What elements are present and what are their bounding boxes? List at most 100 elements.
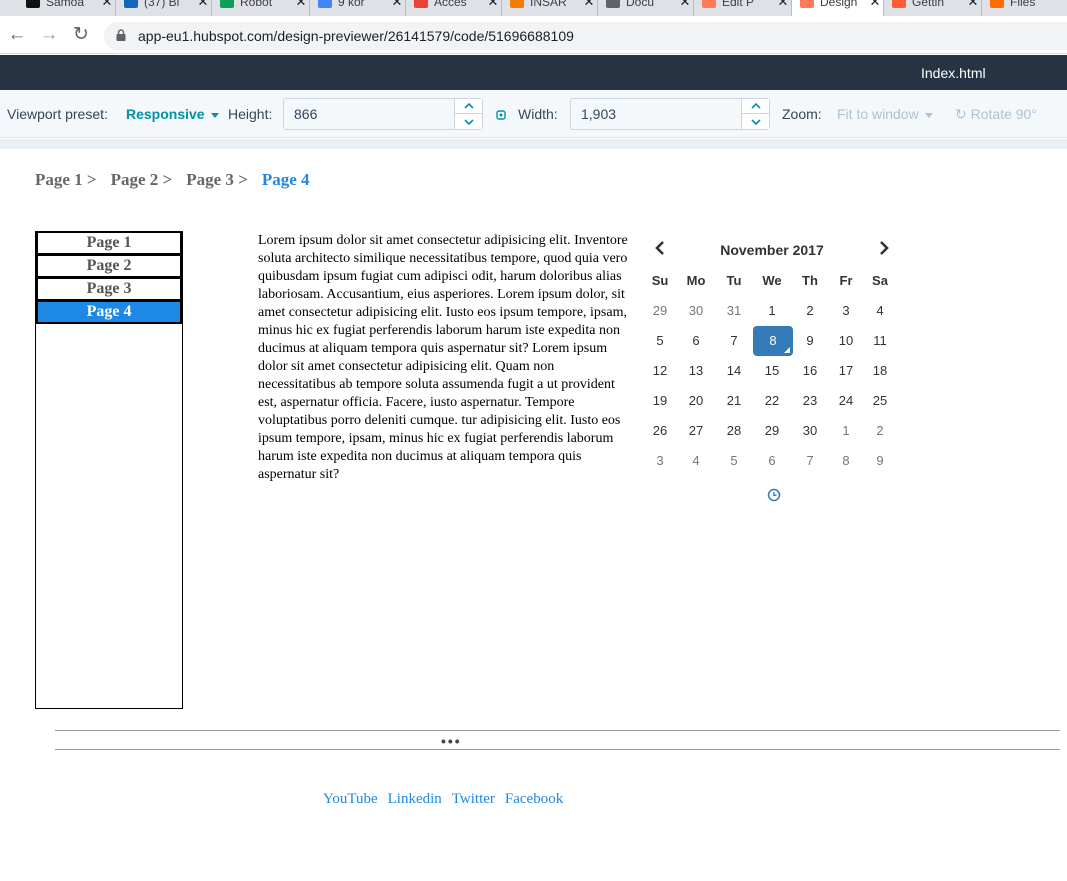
- link-dimensions-icon[interactable]: [495, 109, 507, 121]
- facebook-link[interactable]: Facebook: [505, 791, 563, 807]
- calendar-day[interactable]: 24: [829, 386, 863, 416]
- back-arrow-icon[interactable]: ←: [6, 23, 28, 47]
- browser-tab[interactable]: Samoa ✕: [18, 0, 116, 16]
- twitter-link[interactable]: Twitter: [452, 791, 495, 807]
- sidebar-item-page-1[interactable]: Page 1: [36, 231, 182, 255]
- calendar-day[interactable]: 7: [791, 446, 829, 476]
- calendar-day[interactable]: 8: [829, 446, 863, 476]
- browser-tab[interactable]: Docu ✕: [598, 0, 694, 16]
- breadcrumb-item[interactable]: Page 2 >: [111, 170, 173, 189]
- breadcrumb-item[interactable]: Page 3 >: [186, 170, 248, 189]
- close-icon[interactable]: ✕: [293, 0, 309, 10]
- calendar-day[interactable]: 7: [715, 326, 753, 356]
- height-input[interactable]: 866: [283, 98, 483, 130]
- browser-tab[interactable]: Gettin ✕: [884, 0, 982, 16]
- browser-tab[interactable]: Edit P ✕: [694, 0, 792, 16]
- close-icon[interactable]: ✕: [485, 0, 501, 10]
- calendar-day[interactable]: 18: [863, 356, 897, 386]
- width-stepper[interactable]: [741, 99, 769, 129]
- calendar-day[interactable]: 30: [677, 296, 715, 326]
- calendar-day[interactable]: 2: [791, 296, 829, 326]
- browser-tab[interactable]: INSAR ✕: [502, 0, 598, 16]
- browser-tab[interactable]: Acces ✕: [406, 0, 502, 16]
- calendar-day[interactable]: 4: [677, 446, 715, 476]
- zoom-value: Fit to window: [837, 106, 919, 122]
- calendar-day[interactable]: 1: [829, 416, 863, 446]
- chevron-right-icon[interactable]: [873, 238, 893, 258]
- browser-tab[interactable]: (37) Bi ✕: [116, 0, 212, 16]
- close-icon[interactable]: ✕: [677, 0, 693, 10]
- calendar-day[interactable]: 9: [791, 326, 829, 356]
- calendar-day[interactable]: 31: [715, 296, 753, 326]
- linkedin-link[interactable]: Linkedin: [388, 791, 442, 807]
- calendar-day[interactable]: 4: [863, 296, 897, 326]
- close-icon[interactable]: ✕: [581, 0, 597, 10]
- decrement-icon[interactable]: [742, 114, 769, 129]
- calendar-day[interactable]: 21: [715, 386, 753, 416]
- calendar-day[interactable]: 5: [643, 326, 677, 356]
- close-icon[interactable]: ✕: [99, 0, 115, 10]
- calendar-day[interactable]: 19: [643, 386, 677, 416]
- calendar-day[interactable]: 12: [643, 356, 677, 386]
- close-icon[interactable]: ✕: [965, 0, 981, 10]
- calendar-day[interactable]: 20: [677, 386, 715, 416]
- calendar-day[interactable]: 23: [791, 386, 829, 416]
- calendar-day[interactable]: 28: [715, 416, 753, 446]
- clock-icon[interactable]: [767, 488, 781, 502]
- calendar-day[interactable]: 14: [715, 356, 753, 386]
- breadcrumb-current[interactable]: Page 4: [262, 170, 310, 189]
- calendar-header: November 2017: [643, 232, 901, 266]
- sidebar-item-page-3[interactable]: Page 3: [36, 277, 182, 301]
- browser-tab[interactable]: Files✕: [982, 0, 1067, 16]
- url-bar[interactable]: app-eu1.hubspot.com/design-previewer/261…: [104, 22, 1067, 50]
- calendar-day[interactable]: 25: [863, 386, 897, 416]
- zoom-dropdown[interactable]: Fit to window: [837, 106, 933, 122]
- calendar-day[interactable]: 5: [715, 446, 753, 476]
- close-icon[interactable]: ✕: [775, 0, 791, 10]
- weekday-header: Su: [651, 273, 669, 288]
- calendar-day[interactable]: 15: [753, 356, 791, 386]
- browser-tab[interactable]: 9 kor ✕: [310, 0, 406, 16]
- viewport-preset-value: Responsive: [126, 106, 205, 122]
- tab-title: 9 kor: [338, 0, 365, 9]
- calendar-day[interactable]: 2: [863, 416, 897, 446]
- breadcrumb-item[interactable]: Page 1 >: [35, 170, 97, 189]
- calendar-day[interactable]: 3: [643, 446, 677, 476]
- rotate-button[interactable]: ↻ Rotate 90°: [955, 106, 1037, 123]
- close-icon[interactable]: ✕: [867, 0, 883, 10]
- reload-icon[interactable]: ↻: [70, 23, 92, 47]
- calendar-day[interactable]: 22: [753, 386, 791, 416]
- calendar-month-title[interactable]: November 2017: [643, 242, 901, 258]
- calendar-day[interactable]: 30: [791, 416, 829, 446]
- calendar-day[interactable]: 3: [829, 296, 863, 326]
- height-stepper[interactable]: [454, 99, 482, 129]
- viewport-preset-dropdown[interactable]: Responsive: [126, 106, 219, 122]
- decrement-icon[interactable]: [455, 114, 482, 129]
- calendar-day-number: 22: [764, 393, 780, 408]
- youtube-link[interactable]: YouTube: [323, 791, 378, 807]
- calendar-day[interactable]: 6: [677, 326, 715, 356]
- calendar-day[interactable]: 9: [863, 446, 897, 476]
- calendar-day[interactable]: 29: [753, 416, 791, 446]
- calendar-day[interactable]: 13: [677, 356, 715, 386]
- calendar-day[interactable]: 17: [829, 356, 863, 386]
- increment-icon[interactable]: [455, 99, 482, 114]
- browser-tab[interactable]: Robot ✕: [212, 0, 310, 16]
- increment-icon[interactable]: [742, 99, 769, 114]
- close-icon[interactable]: ✕: [195, 0, 211, 10]
- calendar-day[interactable]: 11: [863, 326, 897, 356]
- calendar-day[interactable]: 26: [643, 416, 677, 446]
- close-icon[interactable]: ✕: [389, 0, 405, 10]
- browser-tab[interactable]: Design ✕: [792, 0, 884, 16]
- sidebar-item-page-4[interactable]: Page 4: [36, 300, 182, 324]
- calendar-day[interactable]: 1: [753, 296, 791, 326]
- sidebar-item-page-2[interactable]: Page 2: [36, 254, 182, 278]
- calendar-day[interactable]: 16: [791, 356, 829, 386]
- forward-arrow-icon[interactable]: →: [38, 23, 60, 47]
- calendar-day[interactable]: 29: [643, 296, 677, 326]
- calendar-day-selected[interactable]: 8: [753, 326, 793, 356]
- width-input[interactable]: 1,903: [570, 98, 770, 130]
- calendar-day[interactable]: 10: [829, 326, 863, 356]
- calendar-day[interactable]: 27: [677, 416, 715, 446]
- calendar-day[interactable]: 6: [753, 446, 791, 476]
